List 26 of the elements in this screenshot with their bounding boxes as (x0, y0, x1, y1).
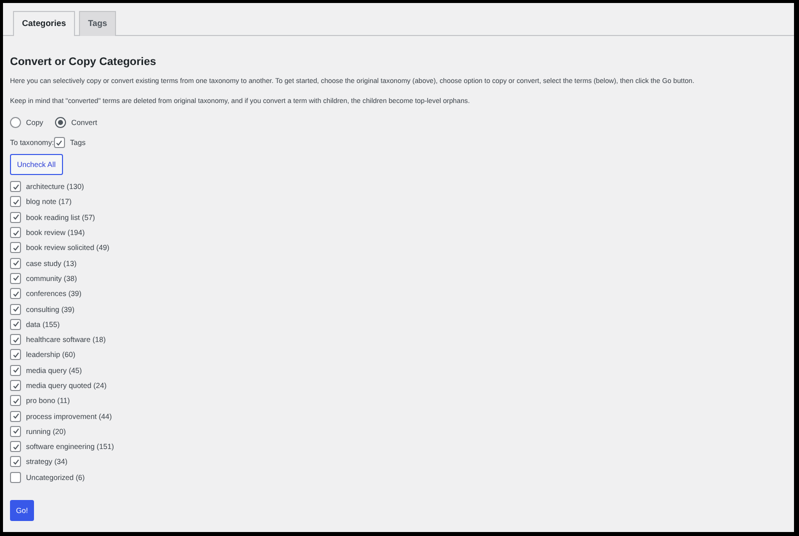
checkbox[interactable] (10, 472, 21, 483)
checkbox[interactable] (10, 318, 21, 330)
checkbox[interactable] (10, 242, 21, 254)
checkbox[interactable] (10, 334, 21, 346)
radio-button[interactable] (55, 117, 66, 128)
checkbox[interactable] (10, 304, 21, 315)
checkbox[interactable] (10, 456, 21, 468)
checkbox[interactable] (10, 288, 21, 300)
checkbox[interactable] (10, 426, 21, 437)
tab[interactable]: Categories (13, 11, 75, 36)
checkbox[interactable] (10, 441, 21, 452)
checkbox[interactable] (10, 380, 21, 391)
tab[interactable]: Tags (78, 11, 116, 36)
checkbox[interactable] (10, 258, 21, 269)
checkbox[interactable] (10, 395, 21, 406)
checkbox[interactable] (10, 364, 21, 376)
checkbox[interactable] (10, 196, 21, 208)
radio-button[interactable] (10, 117, 21, 128)
page-heading: Convert or Copy Categories (10, 56, 158, 68)
checkbox[interactable] (10, 212, 21, 223)
checkbox[interactable] (10, 181, 21, 192)
checkbox[interactable] (10, 349, 21, 360)
checkbox[interactable] (10, 227, 21, 238)
checkbox[interactable] (54, 137, 65, 148)
checkbox[interactable] (10, 272, 21, 284)
checkbox[interactable] (10, 410, 21, 422)
